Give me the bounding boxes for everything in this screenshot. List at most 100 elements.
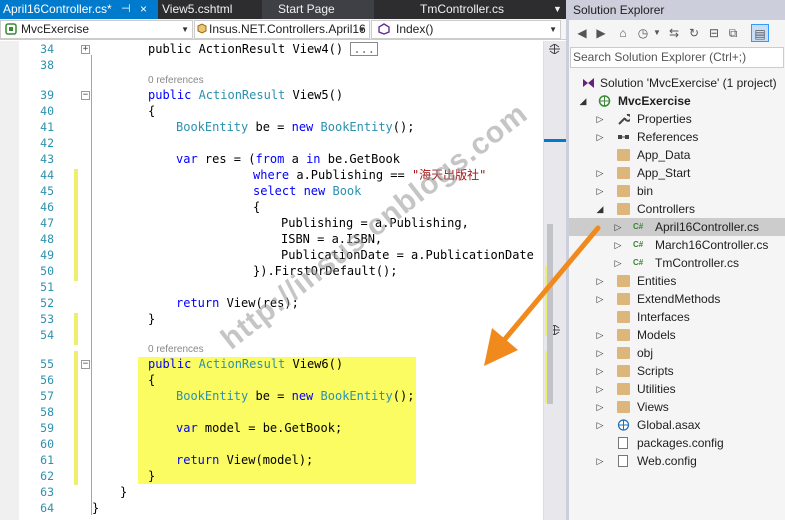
- code-line-46: {: [253, 200, 261, 214]
- code-line-34: public ActionResult View4() ...: [148, 41, 378, 57]
- collapse-outline-icon[interactable]: −: [81, 91, 90, 100]
- line-number: 62: [40, 469, 54, 483]
- line-number: 51: [40, 280, 54, 294]
- code-line-62: }: [148, 469, 156, 483]
- wrench-icon: [618, 113, 630, 125]
- tree-item-label: Controllers: [637, 202, 696, 216]
- back-icon[interactable]: ◀: [573, 24, 591, 42]
- tree-item-solution[interactable]: Solution 'MvcExercise' (1 project): [569, 74, 785, 92]
- line-number: 43: [40, 152, 54, 166]
- line-number: 57: [40, 389, 54, 403]
- collapsed-arrow-icon[interactable]: ▷: [595, 110, 605, 128]
- home-icon[interactable]: ⌂: [614, 24, 632, 42]
- collapsed-region[interactable]: ...: [350, 42, 378, 56]
- properties-view-icon[interactable]: ▤: [751, 24, 769, 42]
- code-line-57: BookEntity be = new BookEntity();: [176, 389, 415, 403]
- tree-item[interactable]: App_Data: [569, 146, 785, 164]
- tab-april16controller[interactable]: April16Controller.cs* ⊣ ×: [0, 0, 158, 19]
- forward-icon[interactable]: ▶: [592, 24, 610, 42]
- tree-item-label: ExtendMethods: [637, 292, 721, 306]
- codelens-references[interactable]: 0 references: [148, 343, 204, 357]
- collapsed-arrow-icon[interactable]: ▷: [595, 452, 605, 470]
- refresh-icon[interactable]: ↻: [685, 24, 703, 42]
- tree-item[interactable]: ▷ Web.config: [569, 452, 785, 470]
- tree-item-label: Global.asax: [637, 418, 701, 432]
- solution-explorer-title: Solution Explorer: [569, 0, 785, 20]
- tree-item-label: packages.config: [637, 436, 724, 450]
- show-all-files-icon[interactable]: ⧉: [724, 24, 742, 42]
- solution-explorer-toolbar: ◀ ▶ ⌂ ◷ ▼ ⇆ ↻ ⊟ ⧉ ▤: [569, 20, 785, 47]
- web-project-icon: [598, 95, 611, 107]
- tree-item[interactable]: ▷ bin: [569, 182, 785, 200]
- tree-item[interactable]: ▷ Utilities: [569, 380, 785, 398]
- tab-tmcontroller[interactable]: TmController.cs: [374, 0, 566, 19]
- csharp-file-icon: C#: [633, 240, 644, 249]
- document-tab-strip: April16Controller.cs* ⊣ × View5.cshtml S…: [0, 0, 566, 19]
- csharp-file-icon: C#: [633, 258, 644, 267]
- collapse-all-icon[interactable]: ⊟: [705, 24, 723, 42]
- indicator-margin: [0, 41, 19, 520]
- code-line-63: }: [120, 485, 128, 499]
- caret-position-marker: [544, 139, 566, 142]
- codelens-references[interactable]: 0 references: [148, 74, 204, 88]
- line-number: 44: [40, 168, 54, 182]
- line-number: 58: [40, 405, 54, 419]
- tab-start-page[interactable]: Start Page: [262, 0, 374, 19]
- collapsed-arrow-icon[interactable]: ▷: [595, 380, 605, 398]
- pin-icon[interactable]: ⊣: [121, 0, 131, 19]
- tree-item-label: Scripts: [637, 364, 674, 378]
- collapse-outline-icon[interactable]: −: [81, 360, 90, 369]
- chevron-down-icon: ▼: [358, 25, 366, 34]
- collapsed-arrow-icon[interactable]: ▷: [595, 416, 605, 434]
- solution-label: Solution 'MvcExercise' (1 project): [600, 76, 777, 90]
- tree-item[interactable]: packages.config: [569, 434, 785, 452]
- tree-item-label: Models: [637, 328, 676, 342]
- tree-item-label: obj: [637, 346, 654, 360]
- collapsed-arrow-icon[interactable]: ▷: [595, 128, 605, 146]
- tab-overflow-dropdown-icon[interactable]: ▼: [549, 0, 566, 19]
- config-file-icon: [618, 455, 628, 467]
- tree-item-label: Web.config: [637, 454, 697, 468]
- split-window-icon[interactable]: [549, 44, 560, 54]
- line-number: 42: [40, 136, 54, 150]
- code-line-41: BookEntity be = new BookEntity();: [176, 120, 415, 134]
- member-dropdown-value: Index(): [396, 22, 434, 36]
- code-line-55: public ActionResult View6(): [148, 357, 344, 371]
- tree-item[interactable]: ▷ Global.asax: [569, 416, 785, 434]
- changed-lines-bar: [74, 169, 78, 281]
- project-dropdown-value: MvcExercise: [21, 22, 90, 36]
- member-dropdown[interactable]: Index() ▼: [371, 20, 561, 39]
- project-label: MvcExercise: [618, 94, 691, 108]
- folder-icon: [617, 383, 630, 395]
- expanded-arrow-icon[interactable]: ◢: [578, 92, 588, 110]
- solution-search-input[interactable]: Search Solution Explorer (Ctrl+;): [570, 47, 784, 68]
- tree-item[interactable]: ▷ Views: [569, 398, 785, 416]
- class-dropdown[interactable]: Insus.NET.Controllers.April16 ▼: [194, 20, 370, 39]
- tab-view5[interactable]: View5.cshtml: [158, 0, 262, 19]
- tree-item-project[interactable]: ◢ MvcExercise: [569, 92, 785, 110]
- sync-icon[interactable]: ⇆: [665, 24, 683, 42]
- annotation-arrow: [484, 225, 601, 366]
- code-line-64: }: [92, 501, 100, 515]
- tree-item-label: Utilities: [637, 382, 676, 396]
- web-file-icon: [617, 419, 630, 431]
- collapsed-arrow-icon[interactable]: ▷: [595, 398, 605, 416]
- code-line-56: {: [148, 373, 156, 387]
- pending-changes-icon[interactable]: ◷: [634, 24, 652, 42]
- line-number: 52: [40, 296, 54, 310]
- chevron-down-icon[interactable]: ▼: [652, 24, 662, 42]
- expand-outline-icon[interactable]: +: [81, 45, 90, 54]
- folder-icon: [617, 167, 630, 179]
- collapsed-arrow-icon[interactable]: ▷: [595, 182, 605, 200]
- class-dropdown-value: Insus.NET.Controllers.April16: [209, 22, 366, 36]
- class-icon: [197, 23, 207, 34]
- tree-item[interactable]: ▷ References: [569, 128, 785, 146]
- line-number: 60: [40, 437, 54, 451]
- line-number: 59: [40, 421, 54, 435]
- line-number: 55: [40, 357, 54, 371]
- tree-item[interactable]: ▷ Properties: [569, 110, 785, 128]
- tree-item[interactable]: ▷ App_Start: [569, 164, 785, 182]
- collapsed-arrow-icon[interactable]: ▷: [595, 164, 605, 182]
- close-icon[interactable]: ×: [140, 0, 147, 19]
- project-dropdown[interactable]: MvcExercise ▼: [0, 20, 193, 39]
